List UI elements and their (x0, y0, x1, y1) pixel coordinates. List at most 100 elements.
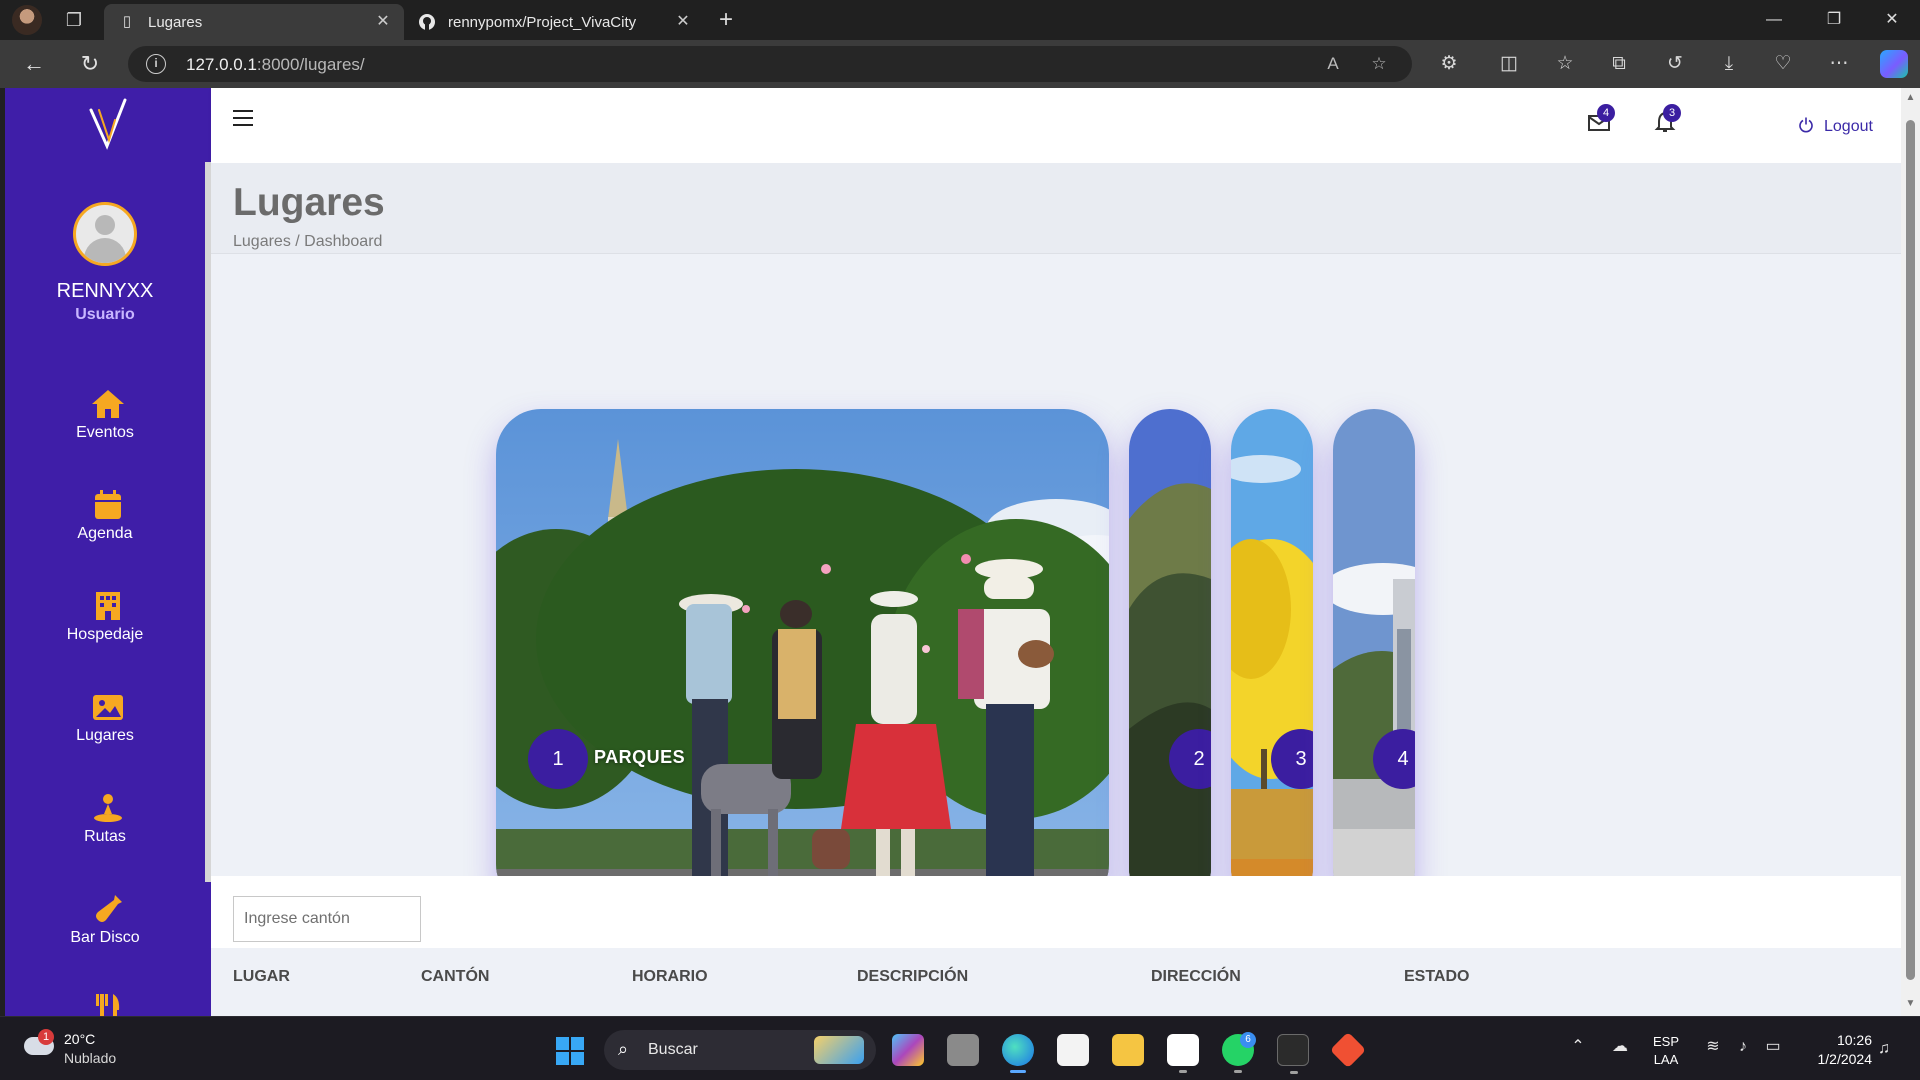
breadcrumb: Lugares / Dashboard (233, 233, 383, 250)
site-info-icon[interactable]: i (146, 54, 166, 74)
github-icon (418, 13, 436, 31)
page-viewport: RENNYXX Usuario Eventos Agenda Hospedaje… (5, 88, 1901, 1016)
performance-icon[interactable]: ♡ (1770, 51, 1796, 77)
mountain-photo (1129, 409, 1211, 909)
sidebar: RENNYXX Usuario Eventos Agenda Hospedaje… (5, 88, 211, 1016)
user-role: Usuario (75, 306, 135, 323)
temperature: 20°C (64, 1031, 96, 1047)
sidebar-item-bar-disco[interactable]: Bar Disco (5, 893, 205, 963)
sidebar-item-hospedaje[interactable]: Hospedaje (5, 590, 205, 660)
terminal-icon[interactable] (1277, 1034, 1309, 1074)
sidebar-item-rutas[interactable]: Rutas (5, 792, 205, 862)
address-bar[interactable]: i 127.0.0.1:8000/lugares/ A ☆ (128, 46, 1412, 82)
column-canton[interactable]: CANTÓN (421, 968, 489, 986)
sidebar-item-lugares[interactable]: Lugares (5, 691, 205, 761)
gallery-card-parques[interactable]: 1 PARQUES (496, 409, 1109, 909)
microsoft-store-icon[interactable] (1057, 1034, 1089, 1066)
scrollbar-thumb[interactable] (1906, 120, 1915, 980)
tab-label: rennypomx/Project_VivaCity (448, 14, 637, 31)
notification-center-bell-icon[interactable]: ♫ (1878, 1039, 1898, 1059)
app-logo[interactable] (85, 96, 133, 154)
route-pin-icon (94, 794, 122, 822)
edge-browser-icon[interactable] (1002, 1034, 1034, 1073)
sidebar-item-eventos[interactable]: Eventos (5, 388, 205, 458)
downloads-icon[interactable]: ⤓ (1716, 51, 1742, 77)
sidebar-item-restaurantes[interactable] (5, 994, 205, 1016)
reload-icon[interactable]: ↻ (76, 50, 104, 78)
minimize-icon[interactable]: — (1746, 0, 1802, 40)
copilot-app-icon[interactable] (892, 1034, 924, 1066)
column-direccion[interactable]: DIRECCIÓN (1151, 968, 1241, 986)
messages-count-badge: 4 (1597, 104, 1615, 122)
history-icon[interactable]: ↺ (1662, 51, 1688, 77)
menu-toggle-icon[interactable] (233, 110, 253, 126)
code-editor-icon[interactable] (1167, 1034, 1199, 1073)
copilot-icon[interactable] (1880, 50, 1908, 78)
column-lugar[interactable]: LUGAR (233, 968, 290, 986)
file-explorer-icon[interactable] (1112, 1034, 1144, 1066)
home-icon (92, 390, 124, 418)
bottle-icon (96, 895, 122, 922)
split-screen-icon[interactable]: ◫ (1496, 51, 1522, 77)
sidebar-item-agenda[interactable]: Agenda (5, 489, 205, 559)
tab-github[interactable]: rennypomx/Project_VivaCity ✕ (404, 4, 704, 40)
back-icon[interactable]: ← (20, 50, 48, 78)
page-scrollbar[interactable]: ▲ ▼ (1901, 88, 1920, 1016)
scroll-up-arrow-icon[interactable]: ▲ (1905, 92, 1916, 104)
tab-close-icon[interactable]: ✕ (372, 11, 394, 33)
column-estado[interactable]: ESTADO (1404, 968, 1469, 986)
browser-tab-strip: ❐ ▯ Lugares ✕ rennypomx/Project_VivaCity… (0, 0, 1920, 40)
gallery-card-4[interactable]: 4 (1333, 409, 1415, 909)
git-icon[interactable] (1329, 1031, 1367, 1069)
places-gallery: 1 PARQUES 2 3 4 (211, 254, 1901, 964)
places-table-header: LUGAR CANTÓN HORARIO DESCRIPCIÓN DIRECCI… (211, 948, 1901, 1016)
card-number-badge: 1 (528, 729, 588, 789)
weather-condition: Nublado (64, 1050, 117, 1066)
volume-icon[interactable]: ♪ (1732, 1037, 1754, 1057)
scroll-down-arrow-icon[interactable]: ▼ (1905, 998, 1916, 1010)
system-clock[interactable]: 10:26 1/2/2024 (1796, 1031, 1873, 1069)
close-window-icon[interactable]: ✕ (1864, 0, 1920, 40)
calendar-icon (95, 490, 121, 519)
search-icon: ⌕ (618, 1039, 629, 1059)
windows-start-icon[interactable] (556, 1037, 584, 1065)
card-caption: PARQUES (594, 747, 686, 767)
more-menu-icon[interactable]: ⋯ (1826, 51, 1852, 77)
whatsapp-badge: 6 (1240, 1032, 1256, 1048)
favorite-star-icon[interactable]: ☆ (1368, 53, 1390, 75)
collections-icon[interactable]: ⧉ (1606, 51, 1632, 77)
extensions-icon[interactable]: ⚙ (1436, 51, 1462, 77)
city-building-photo (1333, 409, 1415, 909)
logout-button[interactable]: Logout (1798, 117, 1873, 136)
tab-actions-icon[interactable]: ❐ (62, 8, 86, 32)
restore-icon[interactable]: ❐ (1806, 0, 1862, 40)
wifi-icon[interactable]: ≋ (1702, 1037, 1724, 1057)
page-icon: ▯ (122, 13, 132, 30)
user-avatar[interactable] (73, 202, 137, 266)
new-tab-button[interactable]: + (712, 6, 740, 34)
notifications-count-badge: 3 (1663, 104, 1681, 122)
column-horario[interactable]: HORARIO (632, 968, 708, 986)
task-view-icon[interactable] (947, 1034, 979, 1066)
tab-lugares[interactable]: ▯ Lugares ✕ (104, 4, 404, 40)
favorites-icon[interactable]: ☆ (1552, 51, 1578, 77)
weather-widget[interactable]: 1 20°C Nublado (20, 1027, 140, 1071)
gallery-card-3[interactable]: 3 (1231, 409, 1313, 909)
building-icon (96, 592, 120, 620)
language-indicator[interactable]: ESP LAA (1648, 1033, 1684, 1069)
url-text: 127.0.0.1:8000/lugares/ (186, 55, 365, 74)
windows-taskbar: 1 20°C Nublado ⌕ Buscar 6 ⌃ ☁ ESP LAA ≋ ♪… (0, 1016, 1920, 1080)
column-descripcion[interactable]: DESCRIPCIÓN (857, 968, 968, 986)
cloud-sync-icon[interactable]: ☁ (1608, 1037, 1632, 1057)
read-aloud-icon[interactable]: A (1322, 53, 1344, 75)
tab-close-icon[interactable]: ✕ (672, 11, 694, 33)
profile-avatar[interactable] (12, 5, 42, 35)
filter-section (211, 876, 1901, 948)
taskbar-search[interactable]: ⌕ Buscar (604, 1030, 876, 1070)
canton-search-input[interactable] (233, 896, 421, 942)
utensils-icon (96, 994, 120, 1016)
show-hidden-icons-chevron-icon[interactable]: ⌃ (1568, 1037, 1588, 1057)
gallery-card-2[interactable]: 2 (1129, 409, 1211, 909)
page-title: Lugares (233, 181, 385, 224)
battery-icon[interactable]: ▭ (1762, 1037, 1784, 1057)
